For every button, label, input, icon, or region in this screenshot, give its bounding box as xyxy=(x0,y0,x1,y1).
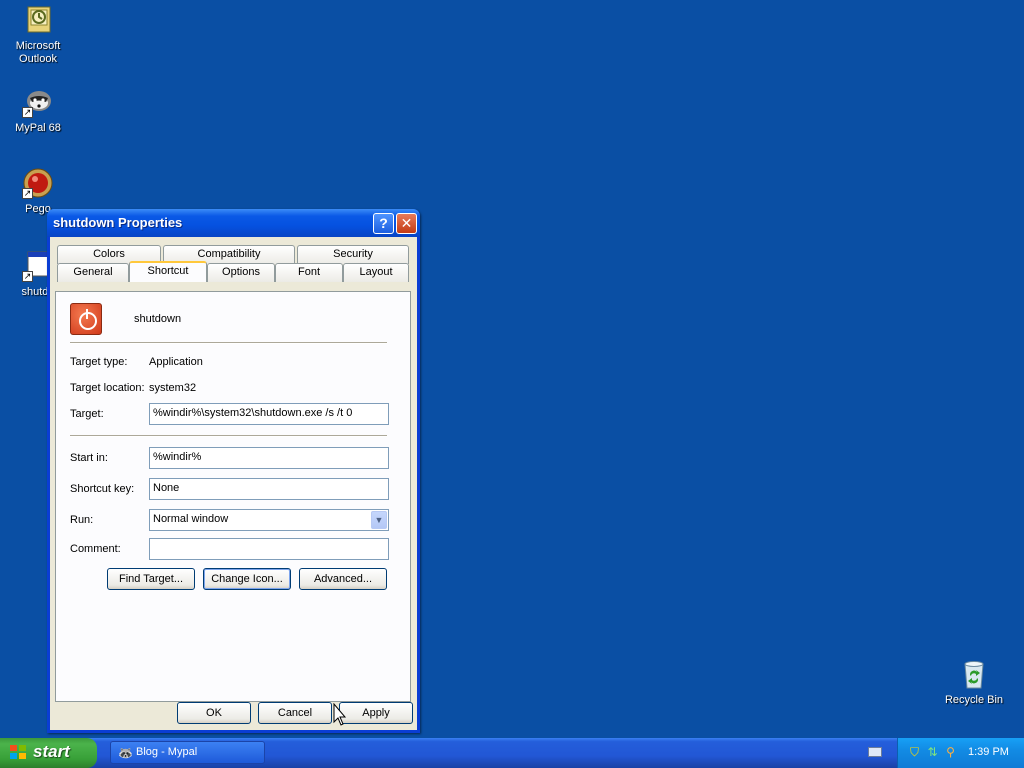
start-in-field[interactable]: %windir% xyxy=(149,447,389,469)
tab-font[interactable]: Font xyxy=(275,263,343,282)
help-button[interactable]: ? xyxy=(373,213,394,234)
taskbar-item-mypal[interactable]: 🦝 Blog - Mypal xyxy=(110,741,265,764)
desktop-icon-label: Recycle Bin xyxy=(944,694,1004,706)
separator xyxy=(70,435,387,437)
tab-shortcut[interactable]: Shortcut xyxy=(129,261,207,282)
pego-icon: ↗ xyxy=(22,167,54,199)
tab-general[interactable]: General xyxy=(57,263,129,282)
shortcut-key-field[interactable]: None xyxy=(149,478,389,500)
target-location-label: Target location: xyxy=(70,382,145,394)
recycle-bin-icon xyxy=(958,658,990,690)
dialog-title: shutdown Properties xyxy=(53,215,183,230)
comment-field[interactable] xyxy=(149,538,389,560)
apply-button[interactable]: Apply xyxy=(339,702,413,724)
desktop-icon-label: MyPal 68 xyxy=(15,122,61,134)
search-icon[interactable]: ⚲ xyxy=(944,746,957,759)
title-bar[interactable]: shutdown Properties ? ✕ xyxy=(47,209,420,237)
security-shield-icon[interactable]: ⛉ xyxy=(908,746,921,759)
run-label: Run: xyxy=(70,514,94,526)
shutdown-properties-dialog: shutdown Properties ? ✕ Colors Compatibi… xyxy=(47,209,420,733)
tab-layout[interactable]: Layout xyxy=(343,263,409,282)
desktop-icon-label-line2: Outlook xyxy=(19,53,57,65)
keyboard-icon[interactable] xyxy=(868,747,882,757)
chevron-down-icon[interactable]: ▼ xyxy=(371,511,387,529)
find-target-button[interactable]: Find Target... xyxy=(107,568,195,590)
change-icon-button[interactable]: Change Icon... xyxy=(203,568,291,590)
taskbar: start 🦝 Blog - Mypal ⛉ ⇅ ⚲ 1:39 PM xyxy=(0,738,1024,768)
target-field[interactable]: %windir%\system32\shutdown.exe /s /t 0 xyxy=(149,403,389,425)
start-button[interactable]: start xyxy=(0,738,97,768)
desktop-icon-mypal[interactable]: ↗ MyPal 68 xyxy=(0,86,76,135)
target-location-value: system32 xyxy=(149,382,197,394)
ok-button[interactable]: OK xyxy=(177,702,251,724)
separator xyxy=(70,342,387,344)
taskbar-item-label: Blog - Mypal xyxy=(136,746,198,758)
shortcut-tab-panel: shutdown Target type: Application Target… xyxy=(55,291,411,702)
run-select[interactable]: Normal window ▼ xyxy=(149,509,389,531)
clock[interactable]: 1:39 PM xyxy=(968,746,1009,758)
mypal-icon: ↗ xyxy=(22,86,54,118)
windows-logo-icon xyxy=(10,745,28,761)
shortcut-arrow-icon: ↗ xyxy=(22,107,33,118)
target-type-value: Application xyxy=(149,356,203,368)
target-label: Target: xyxy=(70,408,104,420)
system-tray: ⛉ ⇅ ⚲ 1:39 PM xyxy=(897,738,1024,768)
advanced-button[interactable]: Advanced... xyxy=(299,568,387,590)
shortcut-arrow-icon: ↗ xyxy=(22,271,33,282)
tab-security[interactable]: Security xyxy=(297,245,409,264)
run-select-value: Normal window xyxy=(153,513,229,525)
start-label: start xyxy=(33,742,70,761)
desktop-icon-label: Microsoft xyxy=(15,40,61,52)
close-button[interactable]: ✕ xyxy=(396,213,417,234)
tab-options[interactable]: Options xyxy=(207,263,275,282)
cancel-button[interactable]: Cancel xyxy=(258,702,332,724)
start-in-label: Start in: xyxy=(70,452,108,464)
network-icon[interactable]: ⇅ xyxy=(926,746,939,759)
outlook-icon xyxy=(22,4,54,36)
comment-label: Comment: xyxy=(70,543,121,555)
desktop-icon-outlook[interactable]: Microsoft Outlook xyxy=(0,4,76,66)
shortcut-name: shutdown xyxy=(134,313,182,325)
target-type-label: Target type: xyxy=(70,356,128,368)
shortcut-arrow-icon: ↗ xyxy=(22,188,33,199)
shortcut-key-label: Shortcut key: xyxy=(70,483,135,495)
mypal-icon: 🦝 xyxy=(118,746,133,760)
dialog-client-area: Colors Compatibility Security General Sh… xyxy=(50,237,417,730)
mouse-cursor-icon xyxy=(333,702,347,727)
desktop-icon-recycle-bin[interactable]: Recycle Bin xyxy=(936,658,1012,707)
power-icon[interactable] xyxy=(70,303,102,335)
